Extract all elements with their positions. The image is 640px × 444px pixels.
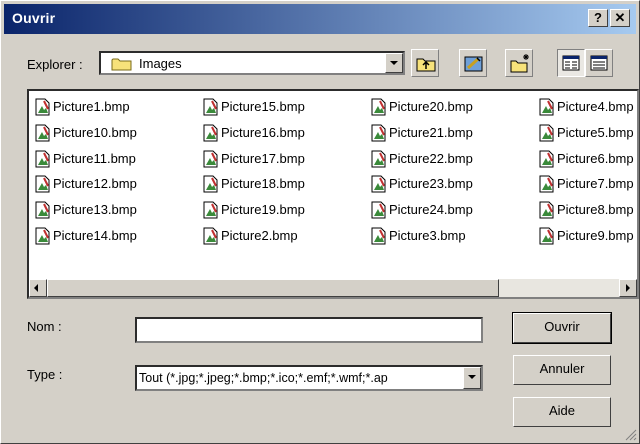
bitmap-file-icon (539, 150, 555, 171)
lookin-combo[interactable]: Images (99, 51, 405, 75)
bitmap-file-icon (539, 124, 555, 145)
file-name: Picture6.bmp (557, 150, 634, 166)
dialog-title: Ouvrir (12, 10, 56, 26)
file-name: Picture4.bmp (557, 99, 634, 114)
details-view-icon (590, 55, 608, 71)
scroll-left-button[interactable] (29, 279, 47, 297)
scroll-right-button[interactable] (619, 279, 637, 297)
bitmap-file-icon (203, 227, 219, 248)
bitmap-file-icon (371, 227, 387, 248)
file-name-input[interactable] (135, 317, 483, 343)
bitmap-file-icon (203, 98, 219, 119)
file-type-value: Tout (*.jpg;*.jpeg;*.bmp;*.ico;*.emf;*.w… (139, 371, 388, 385)
file-name: Picture8.bmp (557, 202, 634, 218)
type-label: Type : (27, 367, 63, 382)
file-name: Picture12.bmp (53, 176, 137, 192)
bitmap-file-icon (35, 124, 51, 145)
new-folder-button[interactable] (505, 49, 533, 77)
open-button[interactable]: Ouvrir (512, 312, 612, 344)
bitmap-file-icon (539, 201, 555, 222)
bitmap-file-icon (371, 150, 387, 171)
bitmap-file-icon (35, 98, 51, 119)
file-name: Picture20.bmp (389, 99, 473, 114)
bitmap-file-icon (539, 227, 555, 248)
bitmap-file-icon (371, 98, 387, 119)
desktop-button[interactable] (459, 49, 487, 77)
title-bar[interactable]: Ouvrir ? ✕ (4, 4, 636, 34)
file-name: Picture11.bmp (53, 150, 136, 166)
details-view-button[interactable] (585, 49, 613, 77)
list-view-icon (562, 55, 580, 71)
bitmap-file-icon (539, 175, 555, 196)
file-name: Picture2.bmp (221, 227, 298, 243)
bitmap-file-icon (203, 150, 219, 171)
bitmap-file-icon (539, 98, 555, 119)
file-name: Picture17.bmp (221, 150, 305, 166)
file-list[interactable]: Picture1.bmp Picture10.bmp Picture11.bmp… (27, 89, 639, 299)
open-dialog: Ouvrir ? ✕ Explorer : Images Picture1.bm… (0, 0, 640, 444)
file-name: Picture5.bmp (557, 124, 634, 140)
file-type-select[interactable]: Tout (*.jpg;*.jpeg;*.bmp;*.ico;*.emf;*.w… (135, 365, 483, 391)
resize-grip-icon[interactable] (625, 429, 637, 441)
file-name: Picture24.bmp (389, 202, 473, 218)
file-name: Picture15.bmp (221, 99, 305, 114)
close-title-button[interactable]: ✕ (610, 9, 630, 27)
file-name: Picture9.bmp (557, 227, 634, 243)
cancel-button[interactable]: Annuler (513, 355, 611, 385)
lookin-label: Explorer : (27, 57, 83, 72)
horizontal-scrollbar[interactable] (29, 279, 637, 297)
file-name: Picture14.bmp (53, 227, 137, 243)
file-name: Picture23.bmp (389, 176, 473, 192)
bitmap-file-icon (371, 201, 387, 222)
help-button[interactable]: Aide (513, 397, 611, 427)
up-folder-icon (416, 58, 436, 72)
bitmap-file-icon (203, 175, 219, 196)
bitmap-file-icon (35, 175, 51, 196)
bitmap-file-icon (371, 124, 387, 145)
bitmap-file-icon (35, 150, 51, 171)
desktop-icon (464, 56, 483, 72)
bitmap-file-icon (371, 175, 387, 196)
scroll-thumb[interactable] (47, 279, 499, 297)
file-name: Picture21.bmp (389, 124, 473, 140)
name-label: Nom : (27, 319, 62, 334)
file-name: Picture3.bmp (389, 227, 466, 243)
file-name: Picture16.bmp (221, 124, 305, 140)
bitmap-file-icon (35, 201, 51, 222)
file-name: Picture7.bmp (557, 176, 634, 192)
bitmap-file-icon (203, 201, 219, 222)
help-title-button[interactable]: ? (588, 9, 608, 27)
bitmap-file-icon (35, 227, 51, 248)
file-name: Picture22.bmp (389, 150, 473, 166)
file-name: Picture1.bmp (53, 99, 130, 114)
list-view-button[interactable] (557, 49, 585, 77)
file-name: Picture19.bmp (221, 202, 305, 218)
up-folder-button[interactable] (411, 49, 439, 77)
bitmap-file-icon (203, 124, 219, 145)
new-folder-icon (510, 54, 529, 73)
folder-icon (111, 57, 133, 74)
file-name: Picture10.bmp (53, 124, 137, 140)
lookin-value: Images (139, 56, 182, 71)
file-type-dropdown-button[interactable] (463, 367, 481, 389)
file-name: Picture18.bmp (221, 176, 305, 192)
file-name: Picture13.bmp (53, 202, 137, 218)
lookin-dropdown-button[interactable] (385, 53, 403, 73)
